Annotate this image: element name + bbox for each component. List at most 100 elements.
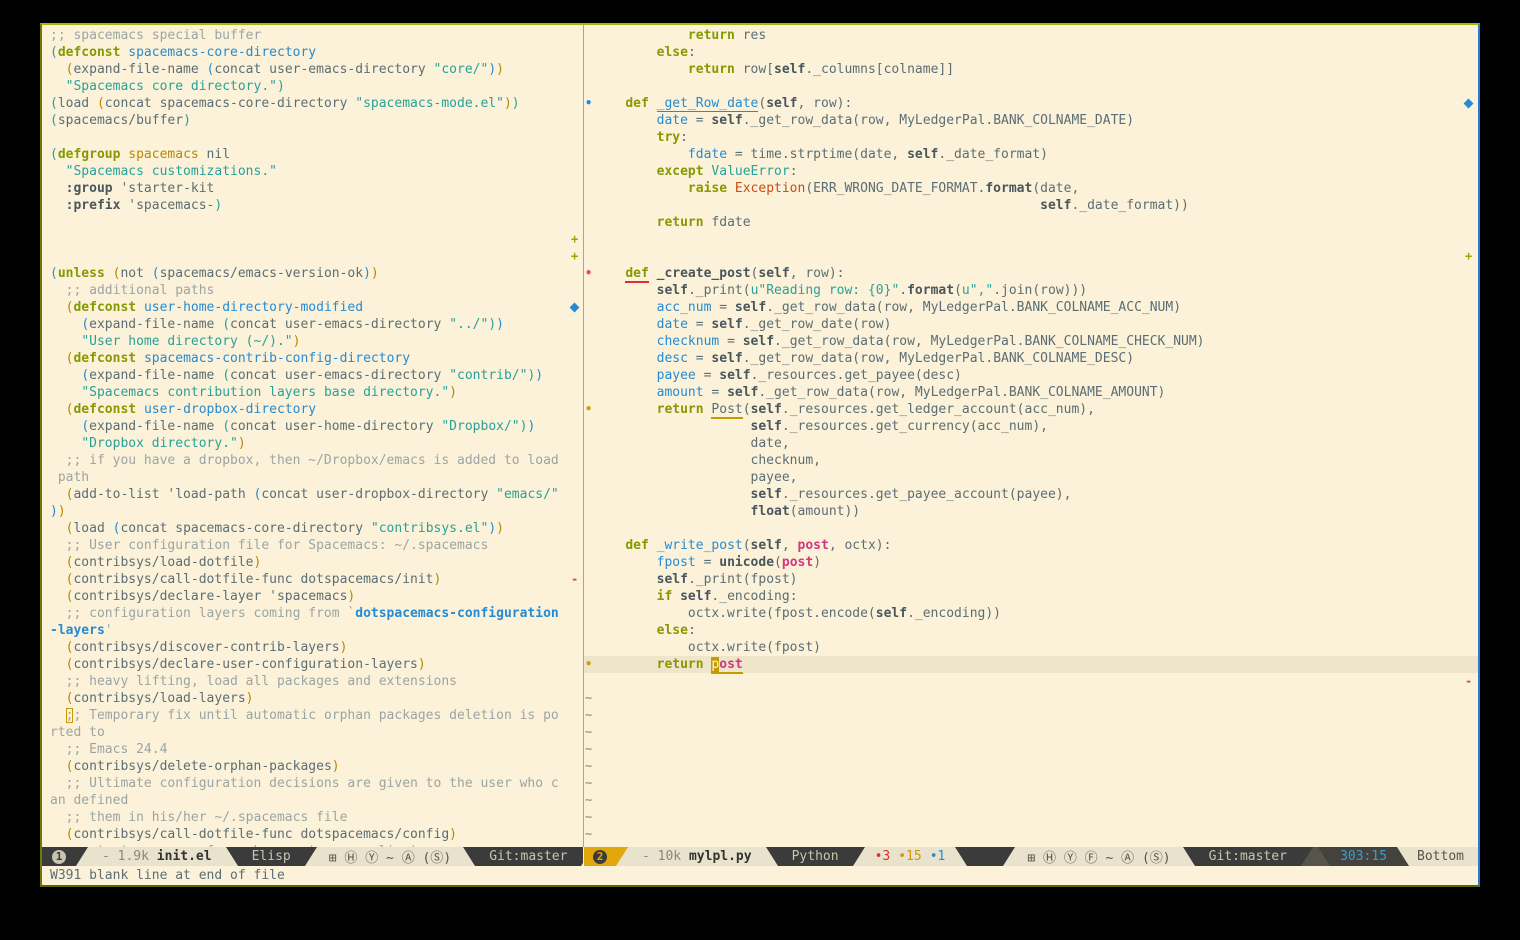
code-token: unless bbox=[58, 266, 105, 281]
code-token: desc bbox=[657, 351, 688, 366]
code-token: "emacs/" bbox=[496, 487, 559, 502]
code-token: self bbox=[711, 317, 742, 332]
code-token bbox=[136, 351, 144, 366]
minor-modes-segment[interactable]: ⊞ Ⓗ Ⓨ Ⓕ ~ Ⓐ (Ⓢ) bbox=[1015, 847, 1182, 866]
left-editor-pane[interactable]: ;; spacemacs special buffer(defconst spa… bbox=[42, 25, 584, 847]
code-line: return Post(self._resources.get_ledger_a… bbox=[584, 401, 1478, 418]
flycheck-counts-segment[interactable]: •3 •15 •1 bbox=[865, 847, 956, 866]
fringe-indicator bbox=[570, 303, 580, 313]
code-token: : bbox=[688, 623, 696, 638]
code-token: if bbox=[657, 589, 673, 604]
code-line: (contribsys/declare-user-configuration-l… bbox=[42, 656, 583, 673]
minor-mode-icons: ⊞ Ⓗ Ⓨ ~ Ⓐ (Ⓢ) bbox=[329, 847, 451, 866]
code-token: except bbox=[657, 164, 704, 179]
code-token: ;; User configuration file for Spacemacs… bbox=[66, 538, 489, 553]
code-token: else bbox=[657, 623, 688, 638]
buffer-name: mylpl.py bbox=[689, 849, 752, 864]
cursor-position-segment: 303:15 bbox=[1330, 847, 1397, 866]
fringe-indicator: - bbox=[571, 571, 578, 588]
code-token: contribsys/call-dotfile-func dotspacemac… bbox=[73, 572, 433, 587]
code-token: , octx): bbox=[829, 538, 892, 553]
code-token: ( bbox=[81, 419, 89, 434]
code-token bbox=[50, 521, 66, 536]
code-token: contribsys/declare-layer 'spacemacs bbox=[73, 589, 347, 604]
code-token: "contribsys.el" bbox=[371, 521, 488, 536]
modeline-separator bbox=[853, 847, 865, 866]
code-line: ;; User configuration file for Spacemacs… bbox=[42, 537, 583, 554]
empty-line-tilde: ~ bbox=[585, 741, 592, 758]
git-branch-segment[interactable]: Git:master bbox=[1195, 847, 1301, 866]
code-token: expand-file-name bbox=[89, 317, 222, 332]
code-token: ) bbox=[496, 62, 504, 77]
minor-mode-icons: ⊞ Ⓗ Ⓨ Ⓕ ~ Ⓐ (Ⓢ) bbox=[1027, 847, 1170, 866]
code-token: "contrib/" bbox=[449, 368, 527, 383]
code-token: fpost bbox=[657, 555, 696, 570]
code-token: concat user-dropbox-directory bbox=[261, 487, 496, 502]
code-token: ;; additional paths bbox=[66, 283, 215, 298]
code-token: ( bbox=[50, 147, 58, 162]
code-token: ( bbox=[81, 317, 89, 332]
empty-line-tilde: ~ bbox=[585, 724, 592, 741]
code-token: . bbox=[899, 283, 907, 298]
code-token: checknum bbox=[657, 334, 720, 349]
code-token: = bbox=[719, 334, 742, 349]
right-editor-pane[interactable]: return res else: return row[self._column… bbox=[584, 25, 1478, 847]
cursor-position: 303:15 bbox=[1340, 849, 1387, 864]
code-line: float(amount)) bbox=[584, 503, 1478, 520]
code-line: desc = self._get_row_data(row, MyLedgerP… bbox=[584, 350, 1478, 367]
git-branch-label: Git:master bbox=[1209, 849, 1287, 864]
code-token: Post bbox=[711, 402, 742, 419]
code-token: ( bbox=[774, 555, 782, 570]
code-line: (spacemacs/buffer) bbox=[42, 112, 583, 129]
code-line: ;; them in his/her ~/.spacemacs file bbox=[42, 809, 583, 826]
major-mode-segment[interactable]: Elisp bbox=[238, 847, 305, 866]
code-token: ._resources.get_payee_account(payee), bbox=[782, 487, 1072, 502]
code-token bbox=[105, 266, 113, 281]
code-line: (load (concat spacemacs-core-directory "… bbox=[42, 95, 583, 112]
code-token: ( bbox=[50, 113, 58, 128]
code-token: ;; Ultimate configuration decisions are … bbox=[66, 776, 559, 791]
code-token: spacemacs bbox=[128, 147, 198, 162]
code-token bbox=[50, 487, 66, 502]
code-token: ( bbox=[50, 45, 58, 60]
window-number-badge-2: 2 bbox=[584, 847, 616, 866]
code-line: try: bbox=[584, 129, 1478, 146]
minibuffer-echo-area[interactable]: W391 blank line at end of file bbox=[42, 866, 1478, 885]
code-line: ;; configuration layers coming from `dot… bbox=[42, 605, 583, 622]
buffer-info-segment[interactable]: - 1.9k init.el bbox=[88, 847, 226, 866]
buffer-info-segment[interactable]: - 10k mylpl.py bbox=[628, 847, 766, 866]
major-mode-label: Elisp bbox=[252, 849, 291, 864]
code-token bbox=[50, 572, 66, 587]
fringe-indicator: • bbox=[585, 656, 592, 673]
code-token bbox=[594, 113, 657, 128]
code-token: _create_post bbox=[657, 266, 751, 281]
minor-modes-segment[interactable]: ⊞ Ⓗ Ⓨ ~ Ⓐ (Ⓢ) bbox=[317, 847, 463, 866]
git-branch-segment[interactable]: Git:master bbox=[475, 847, 581, 866]
code-token bbox=[50, 351, 66, 366]
code-token: octx.write(fpost.encode( bbox=[594, 606, 876, 621]
code-line: payee = self._resources.get_payee(desc) bbox=[584, 367, 1478, 384]
code-token: = bbox=[711, 300, 734, 315]
code-line: (contribsys/discover-contrib-layers) bbox=[42, 639, 583, 656]
emacs-frame: ;; spacemacs special buffer(defconst spa… bbox=[40, 23, 1480, 887]
fringe-indicator: • bbox=[585, 401, 592, 418]
code-token bbox=[50, 62, 66, 77]
code-token: ;; spacemacs special buffer bbox=[50, 28, 261, 43]
code-token bbox=[50, 589, 66, 604]
modeline-filler-dark bbox=[967, 847, 1003, 866]
flycheck-info-count: •1 bbox=[930, 849, 946, 864]
code-line bbox=[42, 214, 583, 231]
code-token: ) bbox=[254, 555, 262, 570]
code-token: u"Reading row: {0}" bbox=[751, 283, 900, 298]
code-token: (date, bbox=[1032, 181, 1079, 196]
code-token bbox=[50, 708, 66, 723]
fringe-indicator: + bbox=[571, 231, 578, 248]
code-token: -layers bbox=[50, 623, 105, 638]
code-token bbox=[594, 198, 1040, 213]
code-token: ) bbox=[293, 334, 301, 349]
code-token bbox=[594, 215, 657, 230]
major-mode-segment[interactable]: Python bbox=[778, 847, 853, 866]
code-token bbox=[50, 776, 66, 791]
modeline-separator bbox=[76, 847, 88, 866]
code-line: self._resources.get_currency(acc_num), bbox=[584, 418, 1478, 435]
